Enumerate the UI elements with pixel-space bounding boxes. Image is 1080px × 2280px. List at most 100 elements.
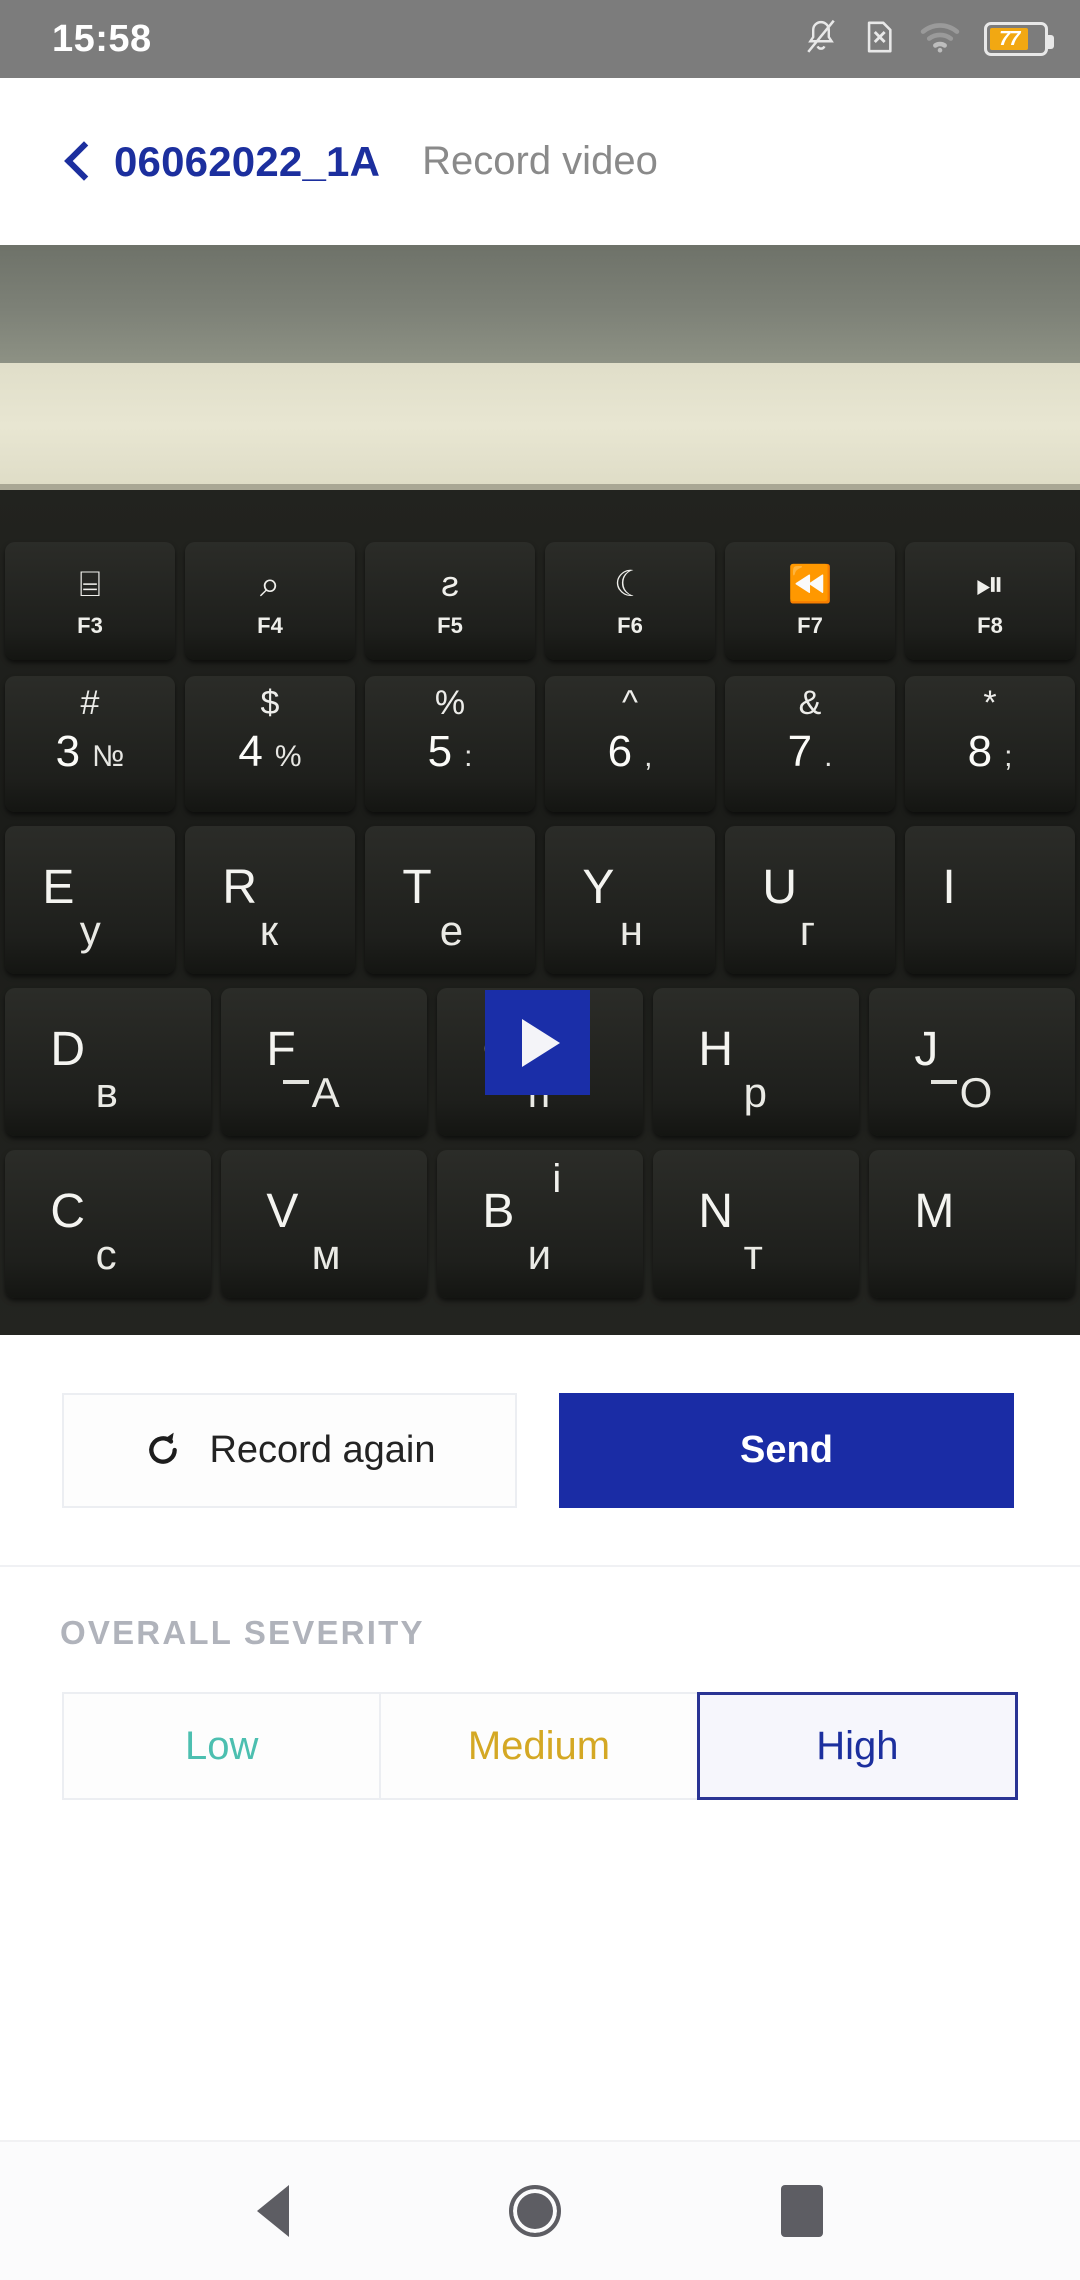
back-triangle-icon[interactable] <box>257 2185 289 2237</box>
keyboard-key: D в <box>5 988 211 1136</box>
wifi-icon <box>920 20 960 59</box>
key-label: F6 <box>617 612 643 638</box>
moon-icon: ☾ <box>613 562 647 604</box>
key-label: 8 <box>967 727 993 776</box>
keyboard-key: % 5 : <box>365 676 535 812</box>
key-label: T <box>402 861 432 915</box>
key-label: 4 <box>238 727 263 776</box>
chevron-left-icon[interactable] <box>62 138 92 186</box>
key-alt-label: и <box>527 1231 552 1279</box>
key-shift-label: & <box>798 684 822 722</box>
keyboard-key: ƨ F5 <box>365 542 535 660</box>
keyboard-letter-row-z: C с V м і B и N т M <box>0 1150 1080 1298</box>
key-label: H <box>698 1023 733 1077</box>
keyboard-key: ⌕ F4 <box>185 542 355 660</box>
key-shift-label: ^ <box>622 684 638 722</box>
refresh-icon <box>143 1430 183 1470</box>
key-label: F8 <box>977 612 1003 638</box>
home-circle-icon[interactable] <box>509 2185 561 2237</box>
android-navigation-bar <box>0 2140 1080 2280</box>
key-alt-label: О <box>959 1069 993 1117</box>
keyboard-key: $ 4 % <box>185 676 355 812</box>
severity-high-label: High <box>816 1723 899 1768</box>
keyboard-key: U г <box>725 826 895 974</box>
severity-low-label: Low <box>184 1723 259 1768</box>
keyboard-key: ⏯ F8 <box>905 542 1075 660</box>
keyboard-photo: ⌸ F3 ⌕ F4 ƨ F5 ☾ F6 ⏪ F7 ⏯ F8 # 3 № $ 4 … <box>0 490 1080 1335</box>
key-alt-label: : <box>464 740 473 773</box>
key-dash-mark <box>930 1079 957 1084</box>
key-alt-label: с <box>95 1231 117 1279</box>
keyboard-key: M <box>869 1150 1075 1298</box>
document-id-label[interactable]: 06062022_1A <box>114 138 380 186</box>
keyboard-key: E у <box>5 826 175 974</box>
key-alt-label: к <box>259 907 279 955</box>
key-alt-label: % <box>274 740 302 773</box>
key-alt-label: т <box>743 1231 763 1279</box>
record-again-label: Record again <box>209 1428 436 1471</box>
key-shift-label: % <box>434 684 466 722</box>
keyboard-key: Y н <box>545 826 715 974</box>
play-icon[interactable] <box>485 990 590 1095</box>
video-preview[interactable]: ⌸ F3 ⌕ F4 ƨ F5 ☾ F6 ⏪ F7 ⏯ F8 # 3 № $ 4 … <box>0 245 1080 1335</box>
key-alt-label: ; <box>1004 740 1013 773</box>
page-title: Record video <box>422 139 658 183</box>
key-alt-label: А <box>311 1069 340 1117</box>
record-again-button[interactable]: Record again <box>62 1392 517 1508</box>
key-alt-label: у <box>79 907 101 955</box>
sim-card-off-icon <box>862 19 896 60</box>
key-label: R <box>222 861 258 915</box>
key-label: F <box>266 1023 296 1077</box>
laptop-screen-bezel <box>0 245 1080 363</box>
status-bar-icons: 77 <box>804 18 1054 61</box>
key-label: F7 <box>797 612 823 638</box>
keyboard-key: & 7 . <box>725 676 895 812</box>
keyboard-key: і B и <box>437 1150 643 1298</box>
play-triangle <box>521 1018 560 1067</box>
key-alt-label: . <box>824 740 833 773</box>
keyboard-key: ⏪ F7 <box>725 542 895 660</box>
key-label: C <box>50 1185 85 1239</box>
key-alt-label: в <box>95 1069 118 1117</box>
app-bar: 06062022_1A Record video <box>0 78 1080 245</box>
key-label: B <box>482 1185 515 1239</box>
keyboard-key: T е <box>365 826 535 974</box>
send-button[interactable]: Send <box>559 1392 1014 1508</box>
key-alt-label: е <box>439 907 464 955</box>
battery-icon: 77 <box>984 22 1054 56</box>
key-label: V <box>266 1185 299 1239</box>
battery-fill: 77 <box>990 28 1029 50</box>
keyboard-key: * 8 ; <box>905 676 1075 812</box>
key-label: 5 <box>427 727 453 776</box>
key-label: I <box>942 861 956 915</box>
key-label: N <box>698 1185 733 1239</box>
key-alt-label: м <box>311 1231 341 1279</box>
severity-option-high[interactable]: High <box>696 1692 1018 1800</box>
key-dot-label: і <box>552 1156 562 1201</box>
keyboard-letter-row-q: E у R к T е Y н U г I <box>0 826 1080 974</box>
key-shift-label: $ <box>260 684 280 722</box>
rewind-icon: ⏪ <box>787 562 833 604</box>
keyboard-key: F А <box>221 988 427 1136</box>
status-bar-clock: 15:58 <box>52 17 152 60</box>
key-alt-label: г <box>799 907 816 955</box>
key-label: 3 <box>55 727 81 776</box>
keyboard-key: J О <box>869 988 1075 1136</box>
severity-option-medium[interactable]: Medium <box>379 1692 699 1800</box>
bell-muted-icon <box>804 18 838 61</box>
recents-square-icon[interactable] <box>781 2185 823 2237</box>
keyboard-key: N т <box>653 1150 859 1298</box>
keyboard-function-row: ⌸ F3 ⌕ F4 ƨ F5 ☾ F6 ⏪ F7 ⏯ F8 <box>0 542 1080 660</box>
severity-option-low[interactable]: Low <box>62 1692 382 1800</box>
keyboard-key: ☾ F6 <box>545 542 715 660</box>
key-alt-label: н <box>619 907 643 955</box>
keyboard-key: H р <box>653 988 859 1136</box>
keyboard-key: R к <box>185 826 355 974</box>
keyboard-number-row: # 3 № $ 4 % % 5: ^ 6 , & 7 . * 8 ; <box>0 676 1080 812</box>
key-label: E <box>42 861 75 915</box>
severity-medium-label: Medium <box>467 1723 611 1768</box>
search-icon: ⌕ <box>259 562 281 604</box>
keyboard-key: # 3 № <box>5 676 175 812</box>
play-pause-icon: ⏯ <box>975 562 1005 604</box>
key-alt-label: № <box>92 740 125 773</box>
